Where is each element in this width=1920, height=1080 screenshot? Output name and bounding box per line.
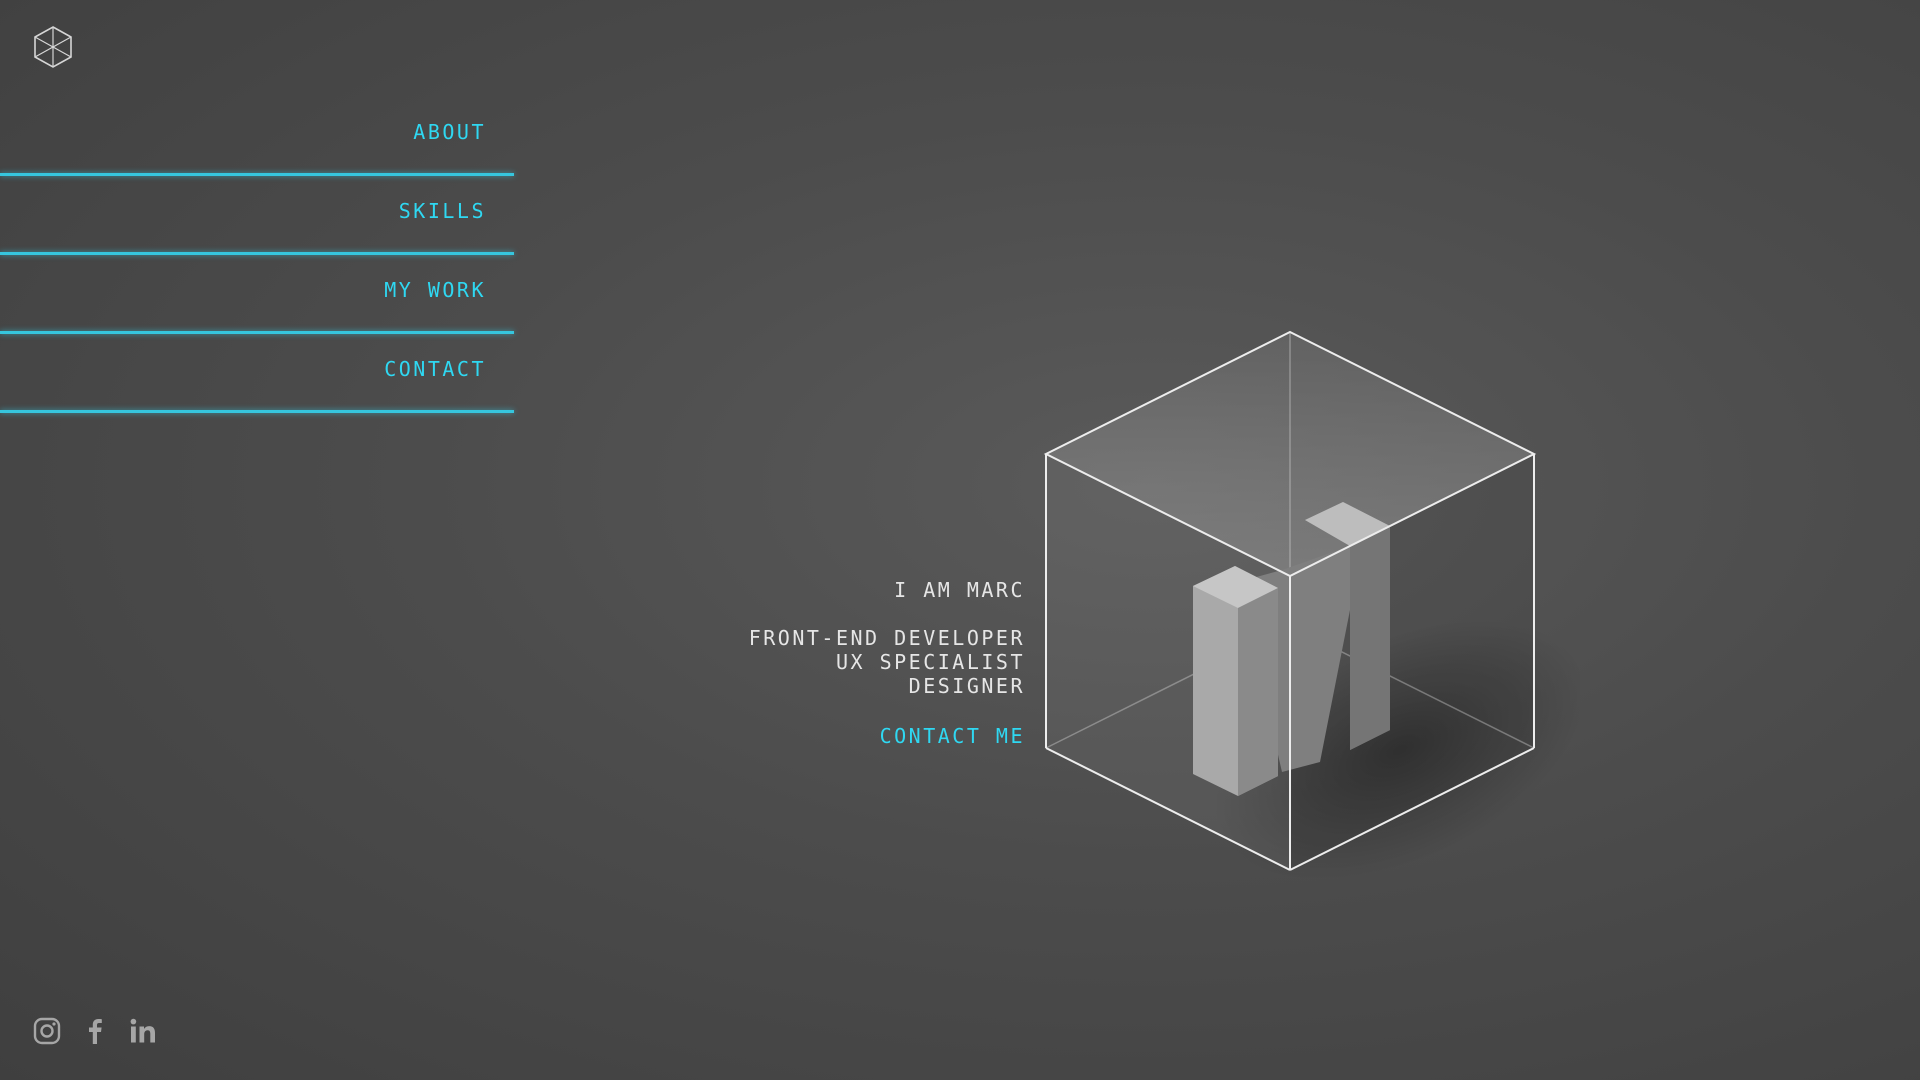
nav-item-about[interactable]: ABOUT (0, 100, 514, 179)
nav-item-skills[interactable]: SKILLS (0, 179, 514, 258)
nav-item-label: SKILLS (398, 199, 486, 223)
nav-divider (0, 173, 514, 176)
intro-role: FRONT-END DEVELOPER (748, 626, 1025, 650)
nav-item-my-work[interactable]: MY WORK (0, 258, 514, 337)
contact-me-link[interactable]: CONTACT ME (880, 724, 1025, 748)
hero-cube-illustration (1043, 330, 1580, 1060)
instagram-icon[interactable] (32, 1016, 62, 1046)
nav-item-label: ABOUT (413, 120, 486, 144)
nav-divider (0, 252, 514, 255)
cube-logo-icon (34, 26, 72, 68)
nav-divider (0, 410, 514, 413)
main-nav: ABOUT SKILLS MY WORK CONTACT (0, 100, 514, 416)
intro-role: DESIGNER (908, 674, 1025, 698)
site-logo[interactable] (30, 24, 76, 70)
intro-role: UX SPECIALIST (835, 650, 1025, 674)
social-links (32, 1016, 158, 1046)
facebook-icon[interactable] (80, 1016, 110, 1046)
nav-item-label: CONTACT (384, 357, 486, 381)
intro-greeting: I AM MARC (894, 578, 1025, 602)
nav-divider (0, 331, 514, 334)
intro-block: I AM MARC FRONT-END DEVELOPER UX SPECIAL… (749, 578, 1025, 748)
nav-item-label: MY WORK (384, 278, 486, 302)
linkedin-icon[interactable] (128, 1016, 158, 1046)
nav-item-contact[interactable]: CONTACT (0, 337, 514, 416)
